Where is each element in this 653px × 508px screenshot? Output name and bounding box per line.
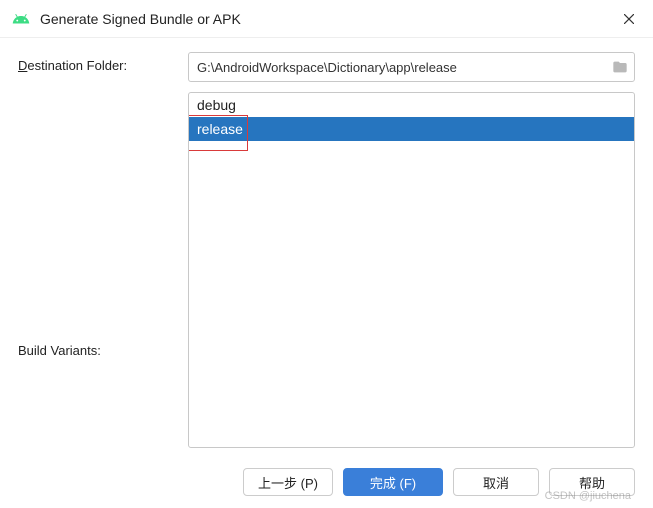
close-icon xyxy=(624,14,634,24)
window-title: Generate Signed Bundle or APK xyxy=(40,11,617,27)
finish-button[interactable]: 完成 (F) xyxy=(343,468,443,496)
android-icon xyxy=(12,10,30,28)
help-button[interactable]: 帮助 xyxy=(549,468,635,496)
variant-item-debug[interactable]: debug xyxy=(189,93,634,117)
destination-folder-input[interactable] xyxy=(189,60,606,75)
build-variants-list[interactable]: debug release xyxy=(188,92,635,448)
destination-folder-label: Destination Folder: xyxy=(18,52,188,73)
cancel-button[interactable]: 取消 xyxy=(453,468,539,496)
close-button[interactable] xyxy=(617,7,641,31)
variant-item-release[interactable]: release xyxy=(189,117,634,141)
build-variants-label: Build Variants: xyxy=(18,92,188,448)
previous-button[interactable]: 上一步 (P) xyxy=(243,468,333,496)
browse-folder-button[interactable] xyxy=(606,53,634,81)
title-bar: Generate Signed Bundle or APK xyxy=(0,0,653,38)
folder-icon xyxy=(612,59,628,75)
dialog-button-bar: 上一步 (P) 完成 (F) 取消 帮助 xyxy=(243,468,635,496)
destination-folder-field-wrap xyxy=(188,52,635,82)
